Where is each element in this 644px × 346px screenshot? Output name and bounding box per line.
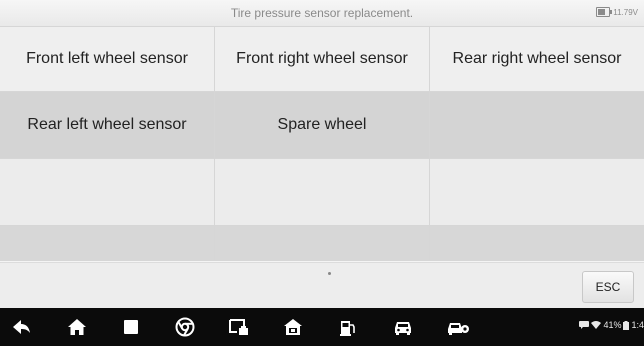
fuel-icon[interactable] xyxy=(337,317,359,337)
voltage-value: 11.79V xyxy=(613,7,638,17)
page-title: Tire pressure sensor replacement. xyxy=(230,6,414,20)
empty-cell xyxy=(430,226,644,260)
back-icon[interactable] xyxy=(10,317,32,337)
wifi-icon xyxy=(591,321,602,329)
status-area: 41% 1:4 xyxy=(579,320,644,330)
message-icon xyxy=(579,321,590,329)
battery-icon xyxy=(596,7,613,17)
grid-row xyxy=(0,226,644,261)
sensor-grid: Front left wheel sensor Front right whee… xyxy=(0,27,644,261)
chrome-icon[interactable] xyxy=(174,317,196,337)
car-icon[interactable] xyxy=(392,317,414,337)
front-left-wheel-sensor-button[interactable]: Front left wheel sensor xyxy=(0,27,215,91)
screen-connect-icon[interactable] xyxy=(228,317,250,337)
app-screen: Tire pressure sensor replacement. 11.79V… xyxy=(0,0,644,346)
home-icon[interactable] xyxy=(66,317,88,337)
empty-cell xyxy=(215,159,430,225)
battery-level-icon xyxy=(623,320,630,330)
rear-left-wheel-sensor-button[interactable]: Rear left wheel sensor xyxy=(0,92,215,158)
vci-home-icon[interactable] xyxy=(282,317,304,337)
system-nav-bar: 41% 1:4 xyxy=(0,308,644,346)
empty-cell xyxy=(0,226,215,260)
car-service-icon[interactable] xyxy=(446,317,472,337)
empty-cell xyxy=(0,159,215,225)
esc-button[interactable]: ESC xyxy=(582,271,634,303)
battery-percent: 41% xyxy=(603,320,622,330)
title-bar: Tire pressure sensor replacement. 11.79V xyxy=(0,0,644,27)
clock: 1:4 xyxy=(631,320,644,330)
recent-apps-icon[interactable] xyxy=(120,317,142,337)
grid-row: Rear left wheel sensor Spare wheel xyxy=(0,92,644,159)
empty-cell xyxy=(430,159,644,225)
spare-wheel-button[interactable]: Spare wheel xyxy=(215,92,430,158)
action-bar: ESC xyxy=(0,262,644,309)
front-right-wheel-sensor-button[interactable]: Front right wheel sensor xyxy=(215,27,430,91)
rear-right-wheel-sensor-button[interactable]: Rear right wheel sensor xyxy=(430,27,644,91)
grid-row xyxy=(0,159,644,226)
grid-row: Front left wheel sensor Front right whee… xyxy=(0,27,644,92)
empty-cell xyxy=(430,92,644,158)
page-indicator-dot xyxy=(328,272,331,275)
voltage-indicator: 11.79V xyxy=(596,7,638,17)
empty-cell xyxy=(215,226,430,260)
